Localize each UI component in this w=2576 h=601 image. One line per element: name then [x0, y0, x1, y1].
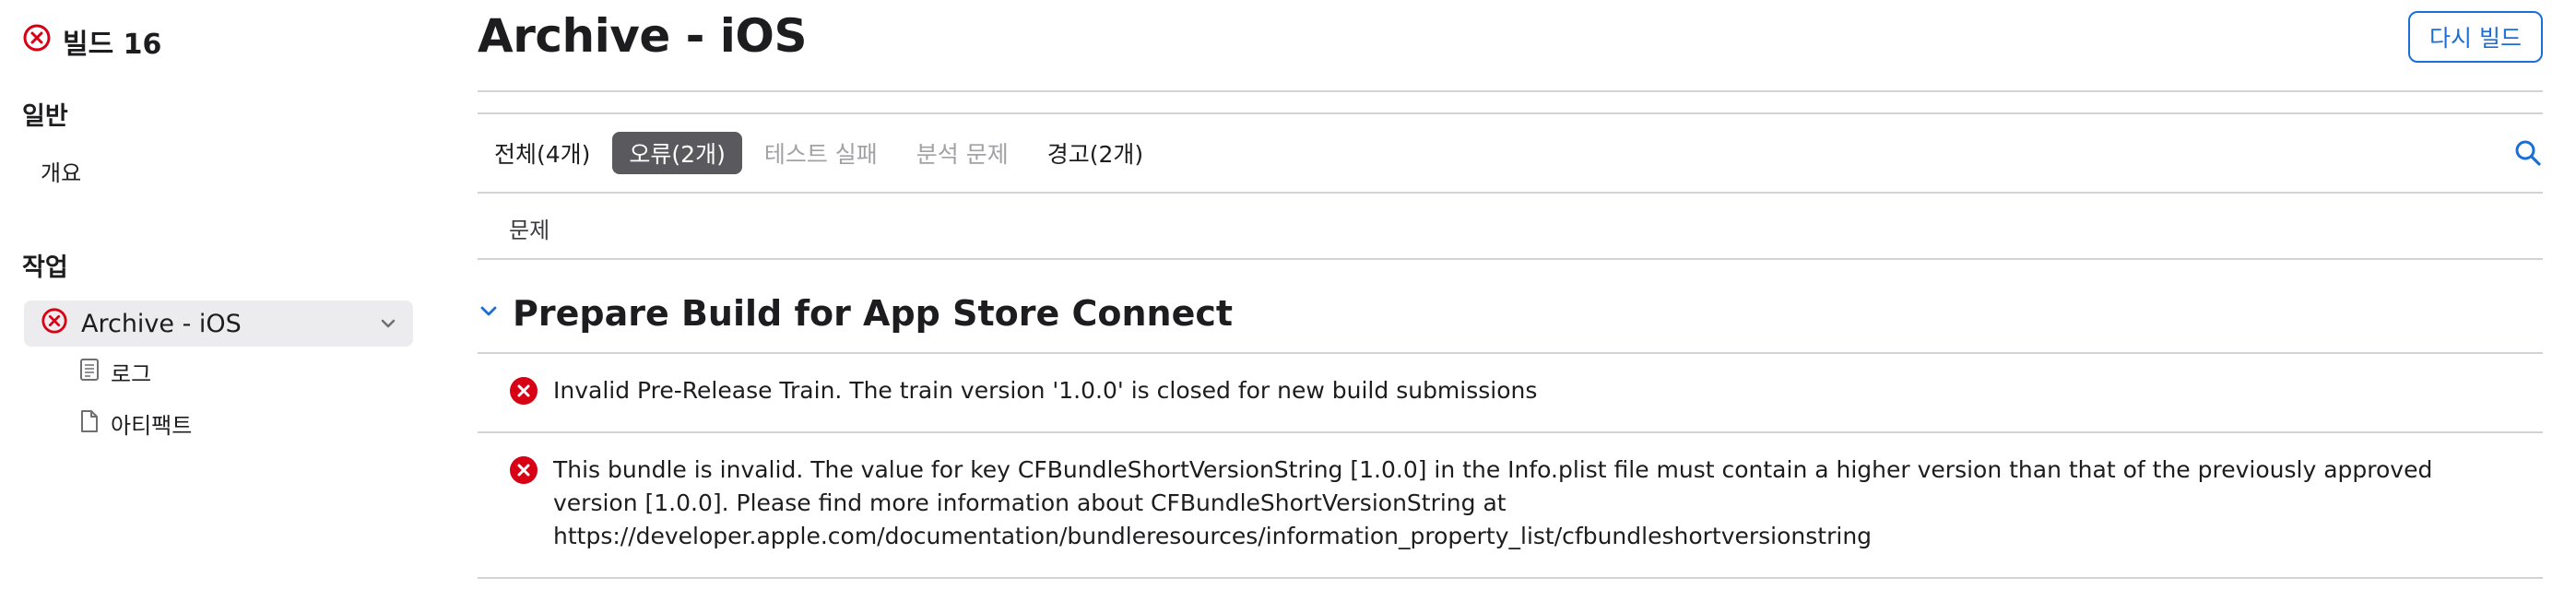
sidebar-item-archive-ios[interactable]: Archive - iOS	[24, 300, 413, 347]
divider	[478, 112, 2543, 114]
error-filled-icon	[509, 376, 538, 415]
chevron-down-icon[interactable]	[478, 300, 500, 326]
main-content: Archive - iOS 다시 빌드 전체(4개) 오류(2개) 테스트 실패…	[478, 0, 2543, 601]
divider	[478, 192, 2543, 194]
sidebar-item-artifacts[interactable]: 아티팩트	[79, 407, 192, 440]
chevron-down-icon[interactable]	[376, 312, 400, 342]
tab-all[interactable]: 전체(4개)	[478, 132, 607, 174]
divider	[478, 431, 2543, 433]
divider	[478, 577, 2543, 579]
issue-group-header[interactable]: Prepare Build for App Store Connect	[478, 293, 1233, 334]
issue-message: Invalid Pre-Release Train. The train ver…	[553, 377, 1538, 404]
divider	[478, 90, 2543, 92]
issue-row[interactable]: This bundle is invalid. The value for ke…	[509, 454, 2517, 553]
tab-warnings[interactable]: 경고(2개)	[1031, 132, 1160, 174]
search-icon[interactable]	[2513, 138, 2543, 171]
issue-group-title: Prepare Build for App Store Connect	[513, 293, 1234, 334]
issue-filter-tabs: 전체(4개) 오류(2개) 테스트 실패 분석 문제 경고(2개)	[478, 131, 1165, 175]
sidebar: 빌드 16 일반 개요 작업 Archive - iOS 로그 아티팩트	[0, 0, 433, 601]
build-title: 빌드 16	[63, 29, 162, 61]
issue-row[interactable]: Invalid Pre-Release Train. The train ver…	[509, 374, 2517, 415]
document-icon	[79, 409, 100, 439]
rebuild-button[interactable]: 다시 빌드	[2408, 11, 2543, 63]
error-circle-icon	[41, 307, 68, 341]
section-actions: 작업	[22, 253, 68, 282]
issue-message: This bundle is invalid. The value for ke…	[553, 456, 2433, 549]
sidebar-item-label: 아티팩트	[111, 413, 193, 439]
tab-errors[interactable]: 오류(2개)	[612, 132, 742, 174]
divider	[478, 352, 2543, 354]
document-lines-icon	[79, 358, 100, 387]
error-circle-icon	[22, 23, 52, 60]
error-filled-icon	[509, 455, 538, 494]
divider	[478, 258, 2543, 260]
build-page: 빌드 16 일반 개요 작업 Archive - iOS 로그 아티팩트 Arc…	[0, 0, 2576, 601]
sidebar-item-log[interactable]: 로그	[79, 356, 151, 388]
build-header: 빌드 16	[22, 20, 161, 63]
page-title: Archive - iOS	[478, 9, 807, 63]
tab-analyzer-issues[interactable]: 분석 문제	[900, 132, 1025, 174]
sidebar-item-overview[interactable]: 개요	[41, 155, 81, 187]
sidebar-item-label: 로그	[111, 361, 152, 387]
column-header-issue: 문제	[509, 218, 550, 243]
section-general: 일반	[22, 102, 68, 131]
sidebar-item-label: Archive - iOS	[81, 309, 242, 338]
tab-test-failures[interactable]: 테스트 실패	[748, 132, 894, 174]
